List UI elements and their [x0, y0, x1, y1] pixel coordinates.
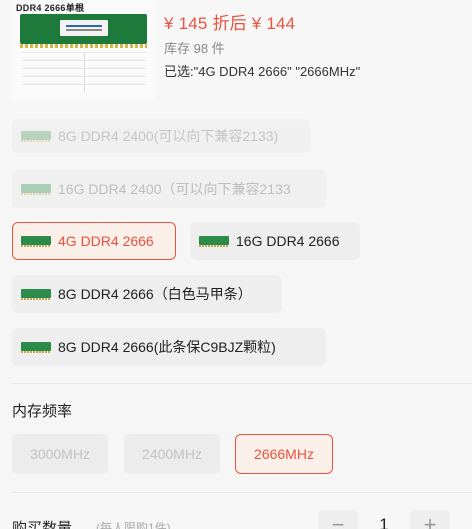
option-label: 8G DDR4 2400(可以向下兼容2133) [58, 128, 279, 144]
price-text: ¥ 145 折后 ¥ 144 [164, 14, 296, 33]
option-label: 4G DDR4 2666 [58, 233, 154, 249]
ram-thumb-icon [199, 231, 229, 251]
freq-2666mhz[interactable]: 2666MHz [235, 434, 333, 474]
option-label: 8G DDR4 2666（白色马甲条） [58, 286, 252, 302]
freq-2400mhz[interactable]: 2400MHz [124, 434, 220, 474]
option-16g-ddr4-2400[interactable]: 16G DDR4 2400（可以向下兼容2133 [12, 170, 326, 208]
divider [12, 383, 472, 384]
ram-thumb-icon [21, 284, 51, 304]
selected-summary: 已选:"4G DDR4 2666" "2666MHz" [164, 64, 361, 79]
option-8g-ddr4-2400[interactable]: 8G DDR4 2400(可以向下兼容2133) [12, 119, 310, 153]
product-thumbnail[interactable]: DDR4 2666单根 [12, 0, 155, 100]
ram-thumb-icon [21, 337, 51, 357]
ram-thumb-icon [21, 179, 51, 199]
ram-thumb-icon [21, 231, 51, 251]
stock-text: 库存 98 件 [164, 41, 225, 56]
thumbnail-caption: DDR4 2666单根 [16, 3, 85, 13]
option-8g-ddr4-2666-white[interactable]: 8G DDR4 2666（白色马甲条） [12, 275, 282, 313]
option-4g-ddr4-2666[interactable]: 4G DDR4 2666 [12, 222, 176, 260]
ram-thumb-icon [21, 126, 51, 146]
quantity-hint: (每人限购1件) [96, 521, 171, 529]
spec-sheet-image [22, 52, 146, 93]
quantity-label: 购买数量 [12, 520, 73, 529]
option-8g-ddr4-2666-c9bjz[interactable]: 8G DDR4 2666(此条保C9BJZ颗粒) [12, 328, 326, 366]
product-header: DDR4 2666单根 ¥ 145 折后 ¥ 144 库存 98 件 已选:"4… [0, 0, 472, 128]
option-label: 8G DDR4 2666(此条保C9BJZ颗粒) [58, 339, 276, 355]
quantity-plus-button[interactable]: + [410, 510, 450, 529]
freq-3000mhz[interactable]: 3000MHz [12, 434, 108, 474]
option-16g-ddr4-2666[interactable]: 16G DDR4 2666 [190, 222, 360, 260]
option-label: 16G DDR4 2666 [236, 233, 340, 249]
quantity-minus-button[interactable]: − [318, 510, 358, 529]
frequency-title: 内存频率 [12, 403, 73, 420]
divider [12, 492, 472, 493]
option-label: 16G DDR4 2400（可以向下兼容2133 [58, 181, 291, 197]
ram-stick-image [20, 14, 147, 48]
quantity-value[interactable]: 1 [364, 510, 404, 529]
